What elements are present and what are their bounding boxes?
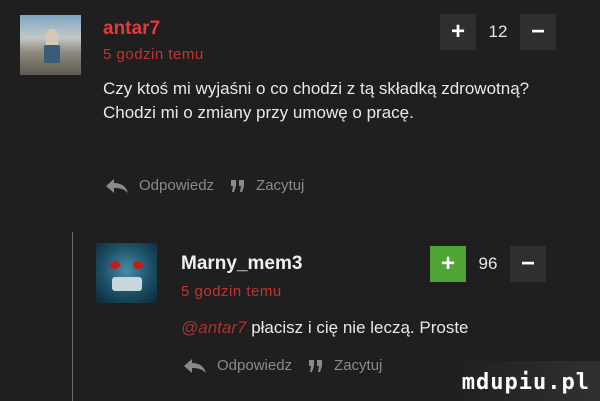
upvote-button[interactable]: + [440,14,476,50]
user-mention[interactable]: @antar7 [181,318,246,337]
reply-label: Odpowiedz [217,357,293,374]
thread-line [72,232,73,401]
quote-button[interactable]: Zacytuj [308,357,382,374]
reply-icon [184,358,206,373]
vote-count: 96 [478,254,498,273]
comment-text: @antar7 płacisz i cię nie leczą. Proste [181,316,561,340]
avatar[interactable] [20,15,81,75]
comment-actions: Odpowiedz Zacytuj [105,177,320,194]
vote-widget: + 96 − [430,246,546,282]
avatar-jaw [112,277,142,291]
reply-button[interactable]: Odpowiedz [183,357,292,374]
comment-actions: Odpowiedz Zacytuj [183,357,398,374]
quote-icon [231,179,245,192]
vote-widget: + 12 − [440,14,556,50]
avatar-eye-left [110,261,120,269]
quote-label: Zacytuj [256,177,305,194]
quote-button[interactable]: Zacytuj [230,177,304,194]
avatar[interactable] [96,243,157,303]
reply-icon [106,178,128,193]
username[interactable]: antar7 [103,18,160,40]
downvote-button[interactable]: − [520,14,556,50]
timestamp: 5 godzin temu [103,46,204,63]
timestamp: 5 godzin temu [181,283,282,300]
watermark: mdupiu.pl [461,370,590,395]
vote-count: 12 [488,22,508,41]
upvote-button[interactable]: + [430,246,466,282]
avatar-figure-body [44,45,60,63]
reply-label: Odpowiedz [139,177,215,194]
comment-text: Czy ktoś mi wyjaśni o co chodzi z tą skł… [103,79,530,122]
quote-label: Zacytuj [334,357,383,374]
quote-icon [309,359,323,372]
reply-button[interactable]: Odpowiedz [105,177,214,194]
downvote-button[interactable]: − [510,246,546,282]
comment-body: płacisz i cię nie leczą. Proste [246,318,469,337]
avatar-eye-right [133,261,143,269]
username[interactable]: Marny_mem3 [181,253,302,275]
